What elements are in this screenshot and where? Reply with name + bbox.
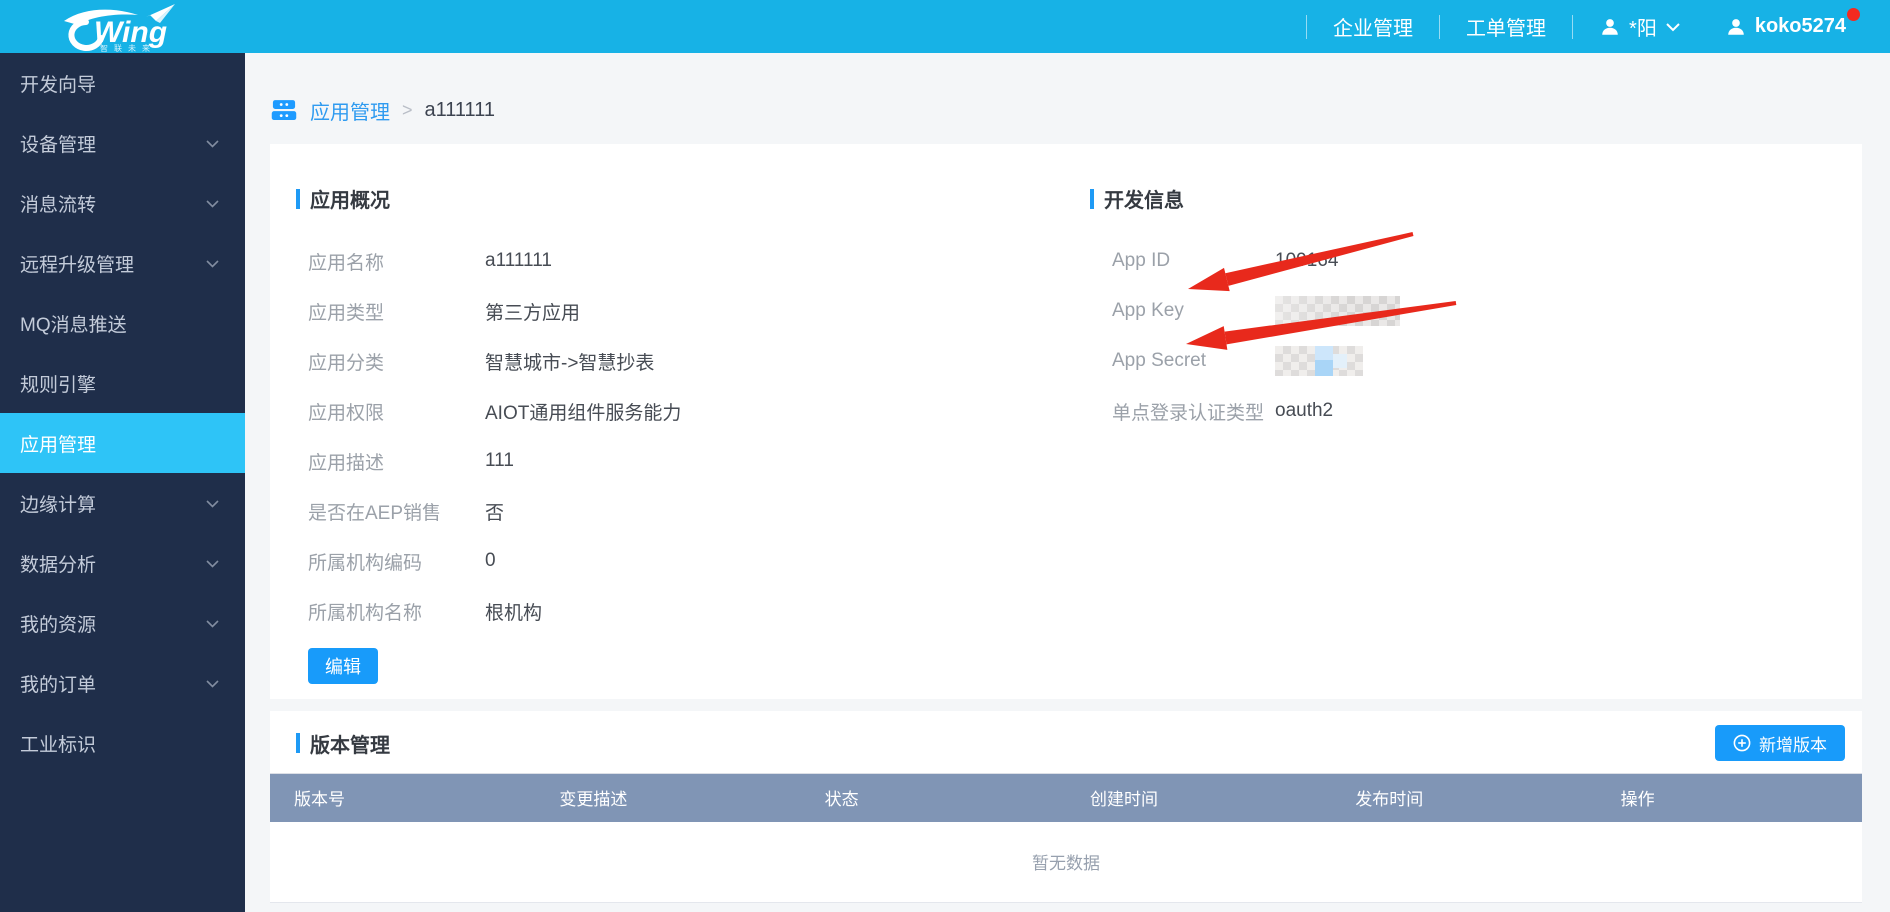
versions-title: 版本管理 [296, 729, 390, 758]
sidebar-item-label: 规则引擎 [20, 370, 96, 397]
ctwing-logo[interactable]: Wing 智联未来 [42, 0, 212, 53]
breadcrumb-app-management[interactable]: 应用管理 [310, 96, 390, 125]
overview-row-org-code: 所属机构编码 0 [296, 536, 1090, 586]
chevron-down-icon [206, 252, 219, 274]
breadcrumb-separator: > [402, 100, 413, 121]
brand-tagline: 智联未来 [100, 43, 156, 53]
app-key-masked-value [1275, 296, 1400, 326]
sidebar-item-data-analysis[interactable]: 数据分析 [0, 533, 245, 593]
chevron-down-icon [206, 672, 219, 694]
sidebar-item-edge-computing[interactable]: 边缘计算 [0, 473, 245, 533]
page: Wing 智联未来 企业管理 工单管理 *阳 [0, 0, 1890, 912]
breadcrumb: 应用管理 > a111111 [270, 93, 1890, 127]
sidebar-item-label: 应用管理 [20, 430, 96, 457]
ctwing-logo-icon: Wing 智联未来 [42, 0, 212, 53]
sidebar-item-label: 开发向导 [20, 70, 96, 97]
sidebar: 开发向导 设备管理 消息流转 远程升级管理 MQ消息推送 规则引擎 应用管理 边… [0, 53, 245, 912]
sidebar-item-app-mgmt[interactable]: 应用管理 [0, 413, 245, 473]
notification-dot [1847, 8, 1860, 21]
dev-info-section: 开发信息 App ID 109164 App Key App Secret [1090, 144, 1862, 699]
col-version-number: 版本号 [270, 774, 535, 822]
add-version-button[interactable]: 新增版本 [1715, 725, 1845, 761]
sidebar-item-my-orders[interactable]: 我的订单 [0, 653, 245, 713]
dev-info-title: 开发信息 [1090, 184, 1862, 213]
sidebar-item-dev-guide[interactable]: 开发向导 [0, 53, 245, 113]
dev-row-app-id: App ID 109164 [1090, 236, 1862, 286]
version-table-header-row: 版本号 变更描述 状态 创建时间 发布时间 操作 [270, 774, 1862, 822]
sidebar-item-label: 消息流转 [20, 190, 96, 217]
sidebar-item-mq-push[interactable]: MQ消息推送 [0, 293, 245, 353]
empty-state-text: 暂无数据 [270, 822, 1862, 903]
section-accent-bar [296, 733, 300, 753]
sidebar-item-label: 设备管理 [20, 130, 96, 157]
main-content: 应用管理 > a111111 应用概况 应用名称 a111111 应用类型 [245, 53, 1890, 912]
nav-work-order-management[interactable]: 工单管理 [1444, 12, 1568, 41]
sidebar-item-label: MQ消息推送 [20, 310, 127, 337]
col-actions: 操作 [1597, 774, 1862, 822]
topbar-separator [1572, 15, 1573, 39]
overview-row-app-permission: 应用权限 AIOT通用组件服务能力 [296, 386, 1090, 436]
dev-row-app-key: App Key [1090, 286, 1862, 336]
version-management-card: 版本管理 新增版本 版本号 [270, 711, 1862, 903]
overview-row-app-name: 应用名称 a111111 [296, 236, 1090, 286]
section-accent-bar [1090, 189, 1094, 209]
nav-enterprise-management[interactable]: 企业管理 [1311, 12, 1435, 41]
col-publish-time: 发布时间 [1331, 774, 1596, 822]
chevron-down-icon [1665, 22, 1681, 32]
chevron-down-icon [206, 552, 219, 574]
topbar-nav: 企业管理 工单管理 *阳 [1302, 0, 1872, 53]
app-detail-card: 应用概况 应用名称 a111111 应用类型 第三方应用 应用分类 智慧城市->… [270, 144, 1862, 699]
account-menu[interactable]: koko5274 [1703, 15, 1872, 38]
circle-plus-icon [1733, 734, 1751, 752]
user-menu[interactable]: *阳 [1577, 12, 1703, 41]
section-accent-bar [296, 189, 300, 209]
sidebar-item-rule-engine[interactable]: 规则引擎 [0, 353, 245, 413]
dev-row-app-secret: App Secret [1090, 336, 1862, 386]
overview-row-app-category: 应用分类 智慧城市->智慧抄表 [296, 336, 1090, 386]
sidebar-item-label: 远程升级管理 [20, 250, 134, 277]
dev-row-sso-auth-type: 单点登录认证类型 oauth2 [1090, 386, 1862, 436]
overview-row-app-type: 应用类型 第三方应用 [296, 286, 1090, 336]
sidebar-item-label: 数据分析 [20, 550, 96, 577]
chevron-down-icon [206, 192, 219, 214]
sidebar-item-device-mgmt[interactable]: 设备管理 [0, 113, 245, 173]
add-version-label: 新增版本 [1759, 731, 1827, 756]
app-secret-masked-value [1275, 346, 1363, 376]
overview-row-app-description: 应用描述 111 [296, 436, 1090, 486]
app-overview-section: 应用概况 应用名称 a111111 应用类型 第三方应用 应用分类 智慧城市->… [270, 144, 1090, 699]
topbar: Wing 智联未来 企业管理 工单管理 *阳 [0, 0, 1890, 53]
chevron-down-icon [206, 612, 219, 634]
overview-row-aep-sale: 是否在AEP销售 否 [296, 486, 1090, 536]
empty-state-row: 暂无数据 [270, 822, 1862, 903]
sidebar-item-industrial-id[interactable]: 工业标识 [0, 713, 245, 773]
edit-button[interactable]: 编辑 [308, 648, 378, 684]
sidebar-item-message-flow[interactable]: 消息流转 [0, 173, 245, 233]
sidebar-item-label: 边缘计算 [20, 490, 96, 517]
version-table: 版本号 变更描述 状态 创建时间 发布时间 操作 暂无数据 [270, 773, 1862, 903]
user-icon [1599, 16, 1621, 38]
sidebar-item-label: 我的订单 [20, 670, 96, 697]
account-icon [1725, 16, 1747, 38]
sidebar-item-label: 工业标识 [20, 730, 96, 757]
col-status: 状态 [801, 774, 1066, 822]
breadcrumb-current: a111111 [425, 99, 495, 122]
sidebar-item-remote-upgrade[interactable]: 远程升级管理 [0, 233, 245, 293]
server-icon [270, 96, 298, 124]
user-menu-label: *阳 [1629, 12, 1657, 41]
sidebar-item-my-resources[interactable]: 我的资源 [0, 593, 245, 653]
chevron-down-icon [206, 132, 219, 154]
topbar-separator [1306, 15, 1307, 39]
account-label: koko5274 [1755, 15, 1846, 38]
overview-row-org-name: 所属机构名称 根机构 [296, 586, 1090, 636]
topbar-separator [1439, 15, 1440, 39]
col-create-time: 创建时间 [1066, 774, 1331, 822]
overview-title: 应用概况 [296, 184, 1090, 213]
sidebar-item-label: 我的资源 [20, 610, 96, 637]
col-change-description: 变更描述 [535, 774, 800, 822]
chevron-down-icon [206, 492, 219, 514]
